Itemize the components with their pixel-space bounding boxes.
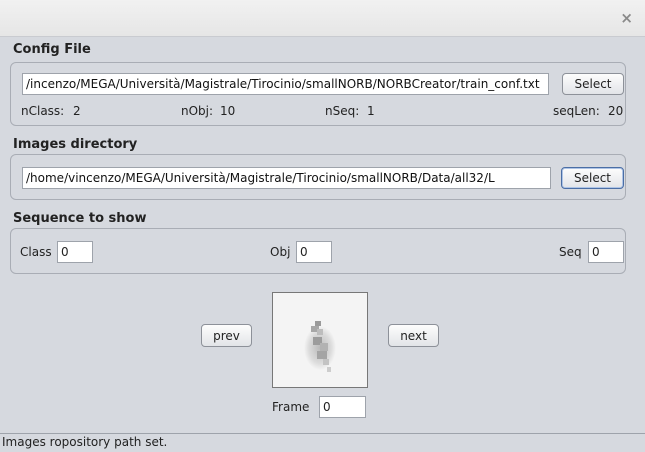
nobj-value: 10 (220, 104, 236, 118)
nseq-value: 1 (367, 104, 375, 118)
images-select-button[interactable]: Select (561, 167, 624, 189)
seq-input[interactable]: 0 (588, 241, 624, 263)
nclass-label: nClass: (21, 104, 65, 118)
sequence-section-title: Sequence to show (13, 211, 147, 226)
nclass-value: 2 (73, 104, 81, 118)
frame-image (272, 292, 368, 388)
frame-input[interactable]: 0 (319, 396, 366, 418)
seqlen-label: seqLen: (553, 104, 600, 118)
seq-label: Seq (559, 245, 582, 259)
nseq-label: nSeq: (325, 104, 360, 118)
images-path-field[interactable]: /home/vincenzo/MEGA/Università/Magistral… (22, 167, 551, 189)
obj-input[interactable]: 0 (296, 241, 332, 263)
config-section-title: Config File (13, 42, 91, 57)
config-select-button[interactable]: Select (562, 73, 624, 95)
class-label: Class (20, 245, 52, 259)
frame-label: Frame (272, 400, 310, 414)
class-input[interactable]: 0 (57, 241, 93, 263)
sequence-panel: Class 0 Obj 0 Seq 0 (10, 228, 626, 274)
nobj-label: nObj: (181, 104, 214, 118)
seqlen-value: 20 (608, 104, 624, 118)
images-panel: /home/vincenzo/MEGA/Università/Magistral… (10, 154, 626, 200)
images-section-title: Images directory (13, 137, 138, 152)
close-icon[interactable]: × (620, 9, 633, 27)
next-button[interactable]: next (388, 324, 439, 347)
prev-button[interactable]: prev (201, 324, 252, 347)
window-titlebar: × (0, 0, 645, 37)
config-panel: /incenzo/MEGA/Università/Magistrale/Tiro… (10, 62, 626, 126)
object-thumbnail-image (273, 293, 367, 387)
obj-label: Obj (270, 245, 291, 259)
status-bar: Images ropository path set. (0, 433, 645, 452)
config-path-field[interactable]: /incenzo/MEGA/Università/Magistrale/Tiro… (22, 73, 549, 95)
